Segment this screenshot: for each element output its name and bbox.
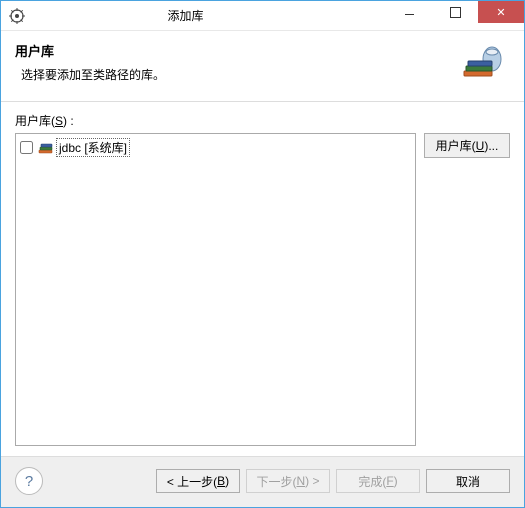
user-libraries-button[interactable]: 用户库(U)... (424, 133, 510, 158)
help-icon[interactable]: ? (15, 467, 43, 495)
next-button: 下一步(N) > (246, 469, 330, 493)
banner: 用户库 选择要添加至类路径的库。 (1, 31, 524, 102)
library-checkbox[interactable] (20, 141, 33, 154)
titlebar: 添加库 (1, 1, 524, 31)
maximize-button[interactable] (432, 1, 478, 23)
list-label: 用户库(S) : (15, 112, 510, 129)
back-button[interactable]: < 上一步(B) (156, 469, 240, 493)
close-button[interactable] (478, 1, 524, 23)
library-books-icon (458, 41, 506, 89)
minimize-button[interactable] (386, 1, 432, 23)
banner-subtitle: 选择要添加至类路径的库。 (21, 66, 458, 83)
window-controls (386, 1, 524, 30)
library-item-label: jdbc [系统库] (56, 138, 130, 157)
library-icon (38, 140, 54, 156)
footer: ? < 上一步(B) 下一步(N) > 完成(F) 取消 (1, 456, 524, 507)
banner-title: 用户库 (15, 41, 458, 60)
list-item[interactable]: jdbc [系统库] (19, 137, 412, 158)
content-area: 用户库(S) : jdbc [系统库] (1, 102, 524, 456)
cancel-button[interactable]: 取消 (426, 469, 510, 493)
user-libraries-list[interactable]: jdbc [系统库] (15, 133, 416, 446)
dialog-window: 添加库 用户库 选择要添加至类路径的库。 用户库(S) : (0, 0, 525, 508)
window-title: 添加库 (0, 7, 386, 24)
finish-button: 完成(F) (336, 469, 420, 493)
